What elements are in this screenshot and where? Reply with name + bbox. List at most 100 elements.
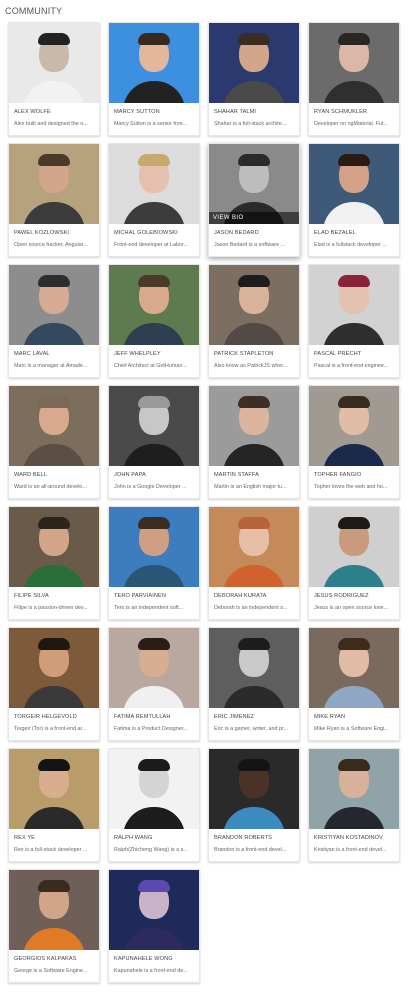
portrait-shoulders [123,444,185,466]
portrait-shoulders [323,444,385,466]
member-bio: Ralph(Zhicheng Wang) is a s... [114,847,188,853]
member-name: ERIC JIMENEZ [214,714,255,720]
member-name: FILIPE SILVA [14,593,49,599]
member-card[interactable]: VIEW BIO KRISTIYAN KOSTADINOV Kristiyan is… [308,748,400,862]
member-card[interactable]: VIEW BIO FATIMA REMTULLAH Fatima is a Prod… [108,627,200,741]
member-photo: VIEW BIO [309,628,399,708]
portrait-shoulders [123,686,185,708]
member-card[interactable]: VIEW BIO TERO PARVIAINEN Tero is an indepe… [108,506,200,620]
portrait-hair [138,33,170,45]
member-card[interactable]: VIEW BIO MIKE RYAN Mike Ryan is a Software… [308,627,400,741]
member-card[interactable]: VIEW BIO KAPUNAHELE WONG Kapunahele is a f… [108,869,200,983]
portrait-shoulders [23,686,85,708]
member-card[interactable]: VIEW BIO ERIC JIMENEZ Eric is a gamer, wri… [208,627,300,741]
member-card[interactable]: VIEW BIO MARC LAVAL Marc is a manager at A… [8,264,100,378]
member-name: TOPHER FANGIO [314,472,362,478]
member-name: JOHN PAPA [114,472,146,478]
member-photo: VIEW BIO [309,265,399,345]
member-card[interactable]: VIEW BIO MICHAL GOLEBIOWSKI Front-end deve… [108,143,200,257]
member-photo: VIEW BIO [9,144,99,224]
member-bio: Chief Architect at GetHuman... [114,363,187,369]
portrait-hair [38,880,70,892]
member-name: JESUS RODRIGUEZ [314,593,369,599]
portrait-shoulders [123,202,185,224]
portrait-shoulders [323,81,385,103]
member-card[interactable]: VIEW BIO WARD BELL Ward is an all-around d… [8,385,100,499]
member-card[interactable]: VIEW BIO PATRICK STAPLETON Also know as Pa… [208,264,300,378]
member-name: JASON BEDARD [214,230,259,236]
member-card[interactable]: VIEW BIO SHAHAR TALMI Shahar is a full-sta… [208,22,300,136]
view-bio-button[interactable]: VIEW BIO [209,212,299,224]
member-card[interactable]: VIEW BIO JEFF WHELPLEY Chief Architect at … [108,264,200,378]
member-name: MICHAL GOLEBIOWSKI [114,230,178,236]
member-card[interactable]: VIEW BIO DEBORAH KURATA Deborah is an inde… [208,506,300,620]
portrait-hair [338,33,370,45]
member-bio: Jason Bedard is a software ... [214,242,286,248]
portrait-hair [238,396,270,408]
portrait-shoulders [323,565,385,587]
member-photo: VIEW BIO [209,23,299,103]
portrait-hair [238,33,270,45]
member-card[interactable]: VIEW BIO JOHN PAPA John is a Google Develo… [108,385,200,499]
member-card[interactable]: VIEW BIO GEORGIOS KALPAKAS George is a Sof… [8,869,100,983]
member-photo: VIEW BIO [209,386,299,466]
portrait-hair [338,275,370,287]
member-bio: John is a Google Developer ... [114,484,187,490]
section-title: COMMUNITY [5,6,63,16]
member-bio: Topher loves the web and ho... [314,484,388,490]
member-card[interactable]: VIEW BIO REX YE Rex is a full-stack develo… [8,748,100,862]
member-photo: VIEW BIO [209,265,299,345]
member-card[interactable]: VIEW BIO ALEX WOLFE Alex built and designe… [8,22,100,136]
member-name: RALPH WANG [114,835,153,841]
member-card[interactable]: VIEW BIO BRANDON ROBERTS Brandon is a fron… [208,748,300,862]
member-name: JEFF WHELPLEY [114,351,161,357]
member-card[interactable]: VIEW BIO RYAN SCHMUKLER Developer on ngMat… [308,22,400,136]
member-card[interactable]: VIEW BIO TORGEIR HELGEVOLD Torgeir (Tor) i… [8,627,100,741]
member-card[interactable]: VIEW BIO PASCAL PRECHT Pascal is a front-e… [308,264,400,378]
member-photo: VIEW BIO [9,628,99,708]
portrait-shoulders [323,807,385,829]
portrait-shoulders [123,807,185,829]
member-name: ALEX WOLFE [14,109,51,115]
member-bio: Brandon is a front-end devel... [214,847,287,853]
member-bio: Deborah is an independent s... [214,605,288,611]
member-photo: VIEW BIO [109,749,199,829]
member-bio: Ward is an all-around develo... [14,484,87,490]
portrait-hair [38,154,70,166]
member-name: TORGEIR HELGEVOLD [14,714,77,720]
member-photo: VIEW BIO [209,628,299,708]
member-photo: VIEW BIO [109,386,199,466]
portrait-hair [338,517,370,529]
member-card[interactable]: VIEW BIO FILIPE SILVA Filipe is a passion-… [8,506,100,620]
member-name: TERO PARVIAINEN [114,593,166,599]
member-photo: VIEW BIO [9,870,99,950]
member-name: PATRICK STAPLETON [214,351,274,357]
member-name: PASCAL PRECHT [314,351,362,357]
portrait-hair [38,396,70,408]
member-name: BRANDON ROBERTS [214,835,272,841]
member-bio: Jesus is an open source love... [314,605,389,611]
member-name: MARTIN STAFFA [214,472,259,478]
member-bio: Rex is a full-stack developer ... [14,847,88,853]
member-bio: Martin is an English major tu... [214,484,287,490]
portrait-hair [238,638,270,650]
portrait-shoulders [123,323,185,345]
member-card[interactable]: VIEW BIO JESUS RODRIGUEZ Jesus is an open … [308,506,400,620]
member-bio: Fatima is a Product Designer... [114,726,188,732]
portrait-hair [138,517,170,529]
member-card[interactable]: VIEW BIO TOPHER FANGIO Topher loves the we… [308,385,400,499]
portrait-hair [38,517,70,529]
community-page: COMMUNITY VIEW BIO ALEX WOLFE Alex built a… [0,0,417,996]
member-card[interactable]: VIEW BIO ELAD BEZALEL Elad is a fullstack … [308,143,400,257]
member-card[interactable]: VIEW BIO PAWEL KOZLOWSKI Open source hacke… [8,143,100,257]
member-card[interactable]: VIEW BIO MARTIN STAFFA Martin is an Englis… [208,385,300,499]
member-card[interactable]: VIEW BIO RALPH WANG Ralph(Zhicheng Wang) i… [108,748,200,862]
member-bio: Elad is a fullstack developer ... [314,242,387,248]
member-bio: Marc is a manager at Amade... [14,363,88,369]
member-photo: VIEW BIO [209,144,299,224]
portrait-shoulders [23,928,85,950]
member-card[interactable]: VIEW BIO MARCY SUTTON Marcy Sutton is a se… [108,22,200,136]
member-name: MARCY SUTTON [114,109,160,115]
portrait-shoulders [23,202,85,224]
member-card[interactable]: VIEW BIO JASON BEDARD Jason Bedard is a so… [208,143,300,257]
